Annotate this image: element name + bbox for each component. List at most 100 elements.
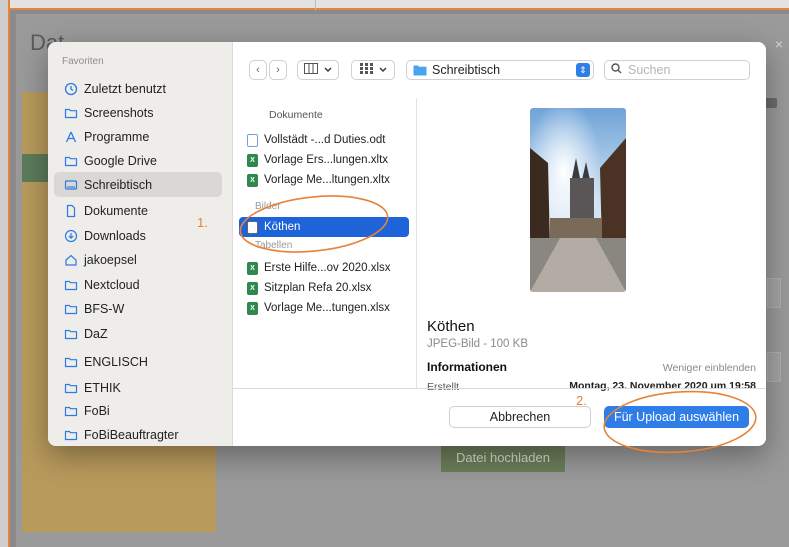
sidebar-item-nextcloud[interactable]: Nextcloud — [54, 272, 222, 297]
search-input[interactable]: Suchen — [604, 60, 750, 80]
folder-icon — [64, 381, 78, 395]
sidebar-item-daz[interactable]: DaZ — [54, 321, 222, 346]
preview-file-name: Köthen — [427, 318, 475, 335]
sidebar-item-label: Downloads — [84, 228, 146, 243]
sidebar-item-label: FoBi — [84, 403, 110, 418]
sidebar-item-label: ETHIK — [84, 380, 121, 395]
folder-icon — [64, 355, 78, 369]
sidebar-item-fobi[interactable]: FoBi — [54, 398, 222, 423]
show-less-link[interactable]: Weniger einblenden — [663, 362, 756, 374]
group-button[interactable] — [351, 60, 395, 80]
document-icon — [64, 204, 78, 218]
sidebar-item-programme[interactable]: Programme — [54, 124, 222, 149]
download-icon — [64, 229, 78, 243]
sidebar-item-label: Screenshots — [84, 105, 154, 120]
sidebar-item-label: FoBiBeauftragter — [84, 427, 179, 442]
home-icon — [64, 253, 78, 267]
sidebar-item-screenshots[interactable]: Screenshots — [54, 100, 222, 125]
sidebar-item-ethik[interactable]: ETHIK — [54, 375, 222, 400]
select-for-upload-button[interactable]: Für Upload auswählen — [604, 406, 749, 428]
excel-file-icon: X — [247, 153, 258, 167]
dialog-toolbar: ‹ › Schreibtisch ⇕ Suchen — [233, 42, 766, 98]
file-name: Köthen — [264, 221, 301, 233]
list-item-selected[interactable]: Köthen — [239, 217, 409, 237]
excel-file-icon: X — [247, 173, 258, 187]
sidebar-item-label: Google Drive — [84, 153, 157, 168]
list-item[interactable]: X Vorlage Me...ltungen.xltx — [239, 170, 409, 190]
sidebar-item-label: Dokumente — [84, 203, 148, 218]
sidebar-item-home[interactable]: jakoepsel — [54, 247, 222, 272]
file-name: Vorlage Me...tungen.xlsx — [264, 302, 390, 314]
chevron-down-icon — [324, 64, 332, 76]
location-label: Schreibtisch — [432, 63, 501, 77]
folder-icon — [64, 327, 78, 341]
image-file-icon — [247, 220, 258, 234]
list-item[interactable]: X Erste Hilfe...ov 2020.xlsx — [239, 258, 409, 278]
location-select[interactable]: Schreibtisch ⇕ — [406, 60, 594, 80]
excel-file-icon: X — [247, 301, 258, 315]
sidebar-item-label: Zuletzt benutzt — [84, 81, 166, 96]
folder-icon — [64, 154, 78, 168]
chevron-down-icon — [379, 64, 387, 76]
file-list-column: Dokumente Vollstädt -...d Duties.odt X V… — [233, 98, 417, 388]
apps-icon — [64, 130, 78, 144]
sidebar-item-schreibtisch[interactable]: Schreibtisch — [54, 172, 222, 197]
file-name: Vorlage Me...ltungen.xltx — [264, 174, 390, 186]
sidebar-item-label: ENGLISCH — [84, 354, 148, 369]
sidebar-item-englisch[interactable]: ENGLISCH — [54, 349, 222, 374]
cancel-button[interactable]: Abbrechen — [449, 406, 591, 428]
sidebar-item-fobibeauftragter[interactable]: FoBiBeauftragter — [54, 422, 222, 446]
close-icon[interactable]: × — [775, 36, 783, 52]
folder-icon — [64, 302, 78, 316]
annotation-step-1: 1. — [197, 215, 208, 230]
back-button[interactable]: ‹ — [249, 60, 267, 80]
file-name: Vorlage Ers...lungen.xltx — [264, 154, 389, 166]
preview-pane: Köthen JPEG-Bild - 100 KB Informationen … — [418, 98, 766, 393]
background-topbar — [10, 0, 789, 10]
divider — [233, 388, 766, 389]
column-header: Dokumente — [269, 109, 323, 121]
folder-icon — [64, 278, 78, 292]
created-value: Montag, 23. November 2020 um 19:58 — [569, 380, 756, 392]
file-name: Vollstädt -...d Duties.odt — [264, 134, 386, 146]
list-item[interactable]: X Sitzplan Refa 20.xlsx — [239, 278, 409, 298]
sidebar-item-bfs-w[interactable]: BFS-W — [54, 296, 222, 321]
columns-view-icon — [304, 63, 318, 77]
forward-button[interactable]: › — [269, 60, 287, 80]
file-name: Sitzplan Refa 20.xlsx — [264, 282, 372, 294]
background-field — [767, 352, 781, 382]
created-label: Erstellt — [427, 381, 460, 393]
background-field — [767, 278, 781, 308]
upload-file-button[interactable]: Datei hochladen — [441, 442, 565, 472]
folder-icon — [413, 64, 427, 76]
favorites-sidebar: Favoriten Zuletzt benutzt Screenshots Pr… — [48, 42, 233, 446]
file-name: Erste Hilfe...ov 2020.xlsx — [264, 262, 391, 274]
list-item[interactable]: X Vorlage Me...tungen.xlsx — [239, 298, 409, 318]
sidebar-item-label: Programme — [84, 129, 150, 144]
section-header-tables: Tabellen — [255, 240, 293, 251]
sidebar-item-recent[interactable]: Zuletzt benutzt — [54, 76, 222, 101]
clock-icon — [64, 82, 78, 96]
view-mode-button[interactable] — [297, 60, 339, 80]
folder-icon — [64, 428, 78, 442]
chevron-left-icon: ‹ — [256, 64, 260, 76]
preview-file-kind: JPEG-Bild - 100 KB — [427, 338, 528, 350]
folder-icon — [64, 106, 78, 120]
sidebar-item-label: Schreibtisch — [84, 177, 153, 192]
favorites-heading: Favoriten — [62, 56, 104, 67]
search-placeholder: Suchen — [628, 63, 671, 77]
photo-preview — [530, 108, 626, 292]
search-icon — [611, 63, 622, 77]
chevron-right-icon: › — [276, 64, 280, 76]
grid-icon — [359, 63, 373, 77]
sidebar-item-google-drive[interactable]: Google Drive — [54, 148, 222, 173]
excel-file-icon: X — [247, 281, 258, 295]
file-open-dialog: Favoriten Zuletzt benutzt Screenshots Pr… — [48, 42, 766, 446]
sidebar-item-label: BFS-W — [84, 301, 125, 316]
odt-file-icon — [247, 133, 258, 147]
list-item[interactable]: X Vorlage Ers...lungen.xltx — [239, 150, 409, 170]
folder-icon — [64, 404, 78, 418]
list-item[interactable]: Vollstädt -...d Duties.odt — [239, 130, 409, 150]
annotation-step-2: 2. — [576, 393, 587, 408]
info-heading: Informationen — [427, 360, 507, 374]
